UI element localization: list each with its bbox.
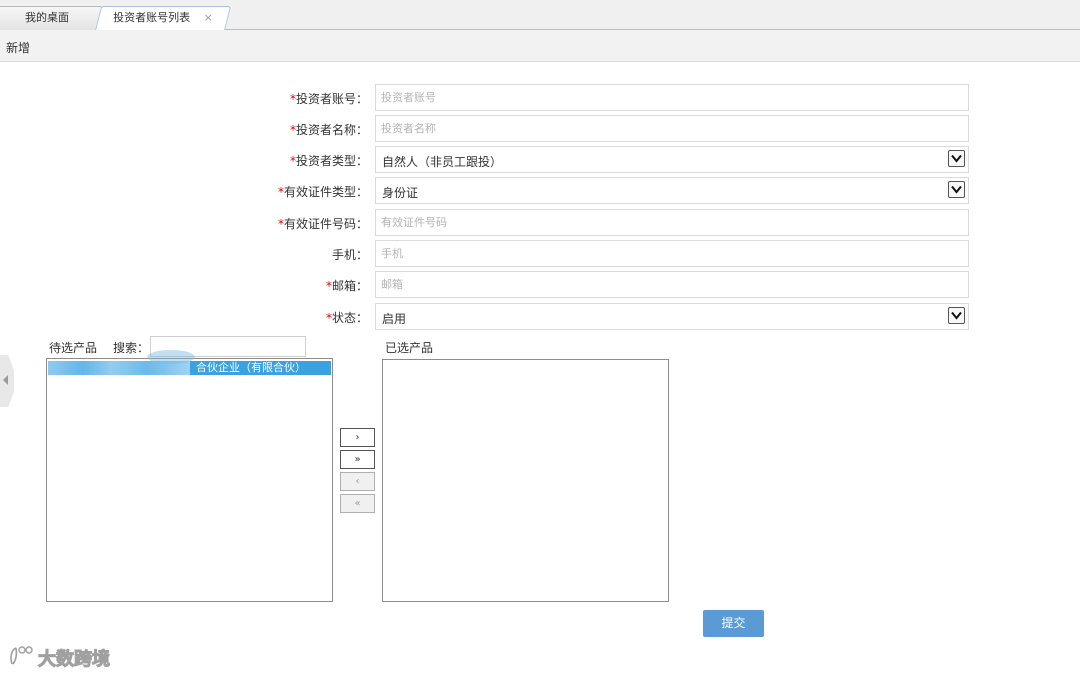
email-label: *邮箱： — [325, 279, 368, 293]
status-value: 启用 — [382, 312, 407, 326]
id-number-label: *有效证件号码： — [277, 217, 368, 231]
id-number-input[interactable] — [375, 209, 969, 236]
id-type-label: *有效证件类型： — [277, 185, 368, 199]
pending-products-list[interactable]: 合伙企业（有限合伙） — [46, 358, 333, 602]
selected-products-label: 已选产品 — [385, 341, 434, 355]
tab-investor-account-list-label: 投资者账号列表 — [113, 11, 191, 24]
status-select[interactable]: 启用 — [375, 303, 969, 330]
id-type-row: *有效证件类型： 身份证 — [0, 177, 1080, 204]
watermark-logo-icon — [10, 646, 33, 665]
account-row: *投资者账号： — [0, 84, 1080, 111]
selected-products-list[interactable] — [382, 359, 669, 602]
chevron-down-icon[interactable] — [948, 150, 965, 167]
pending-products-label: 待选产品 — [49, 341, 98, 355]
close-icon[interactable]: × — [204, 11, 213, 24]
status-label: *状态： — [325, 311, 368, 325]
tab-my-desktop-label: 我的桌面 — [25, 11, 69, 24]
redaction-smudge — [147, 350, 195, 364]
watermark-text: 大数跨境 — [38, 649, 111, 671]
name-input[interactable] — [375, 115, 969, 142]
investor-type-select[interactable]: 自然人（非员工跟投） — [375, 146, 969, 173]
tab-investor-account-list[interactable]: 投资者账号列表 × — [94, 6, 232, 31]
add-new-button[interactable]: 新增 — [6, 39, 30, 56]
chevron-down-icon[interactable] — [948, 307, 965, 324]
type-label: *投资者类型： — [289, 154, 368, 168]
account-label: *投资者账号： — [289, 92, 368, 106]
list-item[interactable]: 合伙企业（有限合伙） — [48, 361, 331, 375]
tab-my-desktop[interactable]: 我的桌面 — [0, 6, 103, 30]
id-type-select[interactable]: 身份证 — [375, 177, 969, 204]
tab-bar: 我的桌面 投资者账号列表 × — [0, 0, 1080, 31]
submit-button[interactable]: 提交 — [703, 610, 764, 637]
move-all-right-button[interactable]: » — [340, 450, 375, 469]
chevron-left-icon — [3, 375, 8, 385]
name-label: *投资者名称： — [289, 123, 368, 137]
phone-label: 手机： — [331, 248, 368, 262]
id-type-value: 身份证 — [382, 186, 419, 200]
phone-input[interactable] — [375, 240, 969, 267]
list-item-label: 合伙企业（有限合伙） — [196, 361, 306, 374]
move-one-right-button[interactable]: › — [340, 428, 375, 447]
email-row: *邮箱： — [0, 271, 1080, 298]
toolbar: 新增 — [0, 30, 1080, 62]
type-row: *投资者类型： 自然人（非员工跟投） — [0, 146, 1080, 173]
name-row: *投资者名称： — [0, 115, 1080, 142]
chevron-down-icon[interactable] — [948, 181, 965, 198]
id-number-row: *有效证件号码： — [0, 209, 1080, 236]
investor-type-value: 自然人（非员工跟投） — [382, 155, 503, 169]
email-input[interactable] — [375, 271, 969, 298]
phone-row: 手机： — [0, 240, 1080, 267]
search-label: 搜索： — [113, 341, 150, 355]
status-row: *状态： 启用 — [0, 303, 1080, 330]
account-input[interactable] — [375, 84, 969, 111]
move-one-left-button[interactable]: ‹ — [340, 472, 375, 491]
sidebar-collapse-handle[interactable] — [0, 355, 14, 407]
move-all-left-button[interactable]: « — [340, 494, 375, 513]
